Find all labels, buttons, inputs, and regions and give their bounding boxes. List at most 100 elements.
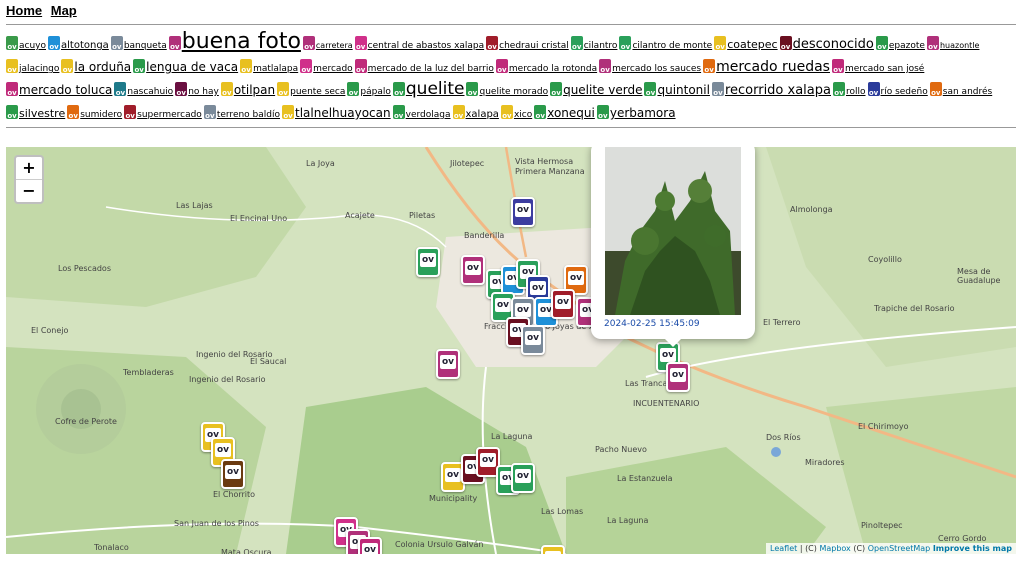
tag-link[interactable]: no hay [188, 87, 219, 97]
tag-item[interactable]: puente seca [277, 79, 345, 103]
tag-link[interactable]: silvestre [19, 107, 65, 120]
tag-link[interactable]: yerbamora [610, 106, 676, 120]
tag-item[interactable]: cilantro [570, 33, 618, 57]
tag-item[interactable]: mercado toluca [6, 79, 112, 103]
home-link[interactable]: Home [6, 3, 42, 18]
tag-item[interactable]: lengua de vaca [133, 56, 238, 80]
tag-link[interactable]: tlalnelhuayocan [295, 106, 391, 120]
tag-item[interactable]: central de abastos xalapa [354, 33, 484, 57]
improve-map-link[interactable]: Improve this map [933, 544, 1012, 553]
tag-item[interactable]: otilpan [220, 79, 275, 103]
tag-link[interactable]: supermercado [137, 110, 202, 120]
tag-link[interactable]: quelite morado [479, 87, 548, 97]
tag-item[interactable]: sumidero [67, 102, 122, 126]
tag-link[interactable]: terreno baldío [217, 110, 280, 120]
observation-marker-icon[interactable] [511, 463, 535, 493]
observation-marker-icon[interactable] [511, 197, 535, 227]
observation-marker-icon[interactable] [461, 255, 485, 285]
tag-link[interactable]: sumidero [80, 110, 122, 120]
tag-link[interactable]: quelite verde [563, 83, 642, 97]
tag-link[interactable]: xalapa [466, 109, 499, 120]
tag-item[interactable]: san andrés [929, 79, 992, 103]
tag-item[interactable]: banqueta [110, 33, 167, 57]
tag-item[interactable]: yerbamora [596, 102, 676, 126]
tag-item[interactable]: quelite morado [466, 79, 548, 103]
tag-item[interactable]: tlalnelhuayocan [282, 102, 391, 126]
zoom-out-button[interactable]: − [16, 179, 42, 202]
tag-link[interactable]: epazote [889, 41, 925, 51]
tag-link[interactable]: nascahuio [127, 87, 173, 97]
osm-link[interactable]: OpenStreetMap [868, 544, 931, 553]
tag-item[interactable]: rollo [832, 79, 866, 103]
tag-item[interactable]: coatepec [714, 33, 778, 57]
tag-item[interactable]: la orduña [61, 56, 131, 80]
tag-item[interactable]: río sedeño [867, 79, 928, 103]
tag-link[interactable]: san andrés [943, 87, 992, 97]
tag-item[interactable]: quintonil [644, 79, 710, 103]
tag-link[interactable]: otilpan [234, 83, 275, 97]
tag-link[interactable]: huazontle [940, 41, 980, 50]
tag-link[interactable]: altotonga [61, 40, 109, 51]
observation-marker-icon[interactable] [521, 325, 545, 355]
tag-link[interactable]: mercado los sauces [612, 64, 701, 74]
zoom-in-button[interactable]: + [16, 157, 42, 179]
tag-item[interactable]: xalapa [452, 102, 499, 126]
tag-item[interactable]: mercado la rotonda [495, 56, 597, 80]
mapbox-link[interactable]: Mapbox [819, 544, 850, 553]
tag-link[interactable]: mercado ruedas [716, 59, 830, 75]
tag-link[interactable]: jalacingo [19, 64, 59, 74]
tag-link[interactable]: xonequi [547, 106, 595, 120]
observation-marker-icon[interactable] [416, 247, 440, 277]
tag-link[interactable]: la orduña [74, 60, 131, 74]
photo-popup[interactable]: 2024-02-25 15:45:09 [591, 147, 755, 347]
map-link[interactable]: Map [51, 3, 77, 18]
tag-link[interactable]: mercado la rotonda [509, 64, 597, 74]
tag-item[interactable]: mercado los sauces [599, 56, 701, 80]
tag-item[interactable]: altotonga [48, 33, 109, 57]
observation-marker-icon[interactable] [358, 537, 382, 554]
tag-link[interactable]: mercado san josé [845, 64, 924, 74]
tag-item[interactable]: recorrido xalapa [711, 79, 831, 103]
tag-item[interactable]: cilantro de monte [619, 33, 712, 57]
tag-link[interactable]: cilantro [584, 41, 618, 51]
tag-item[interactable]: epazote [875, 33, 925, 57]
tag-link[interactable]: matlalapa [253, 64, 298, 74]
observation-marker-icon[interactable] [551, 289, 575, 319]
tag-item[interactable]: quelite [392, 79, 464, 103]
tag-link[interactable]: mercado de la luz del barrio [368, 64, 494, 74]
tag-item[interactable]: desconocido [779, 33, 874, 57]
tag-link[interactable]: carretera [316, 41, 353, 50]
tag-link[interactable]: recorrido xalapa [725, 83, 831, 98]
tag-item[interactable]: chedraui cristal [486, 33, 569, 57]
tag-link[interactable]: desconocido [793, 37, 874, 52]
tag-link[interactable]: verdolaga [406, 110, 451, 120]
tag-link[interactable]: rollo [846, 87, 866, 97]
map-view[interactable]: La Joya Jilotepec Vista Hermosa Primera Man… [6, 147, 1016, 554]
observation-marker-icon[interactable] [541, 545, 565, 554]
tag-link[interactable]: río sedeño [881, 87, 928, 97]
tag-item[interactable]: xonequi [534, 102, 595, 126]
tag-link[interactable]: acuyo [19, 41, 46, 51]
tag-link[interactable]: lengua de vaca [146, 60, 238, 74]
tag-item[interactable]: carretera [302, 33, 353, 57]
tag-link[interactable]: xico [514, 110, 532, 120]
tag-link[interactable]: cilantro de monte [632, 41, 712, 51]
tag-link[interactable]: quintonil [657, 83, 709, 97]
tag-link[interactable]: puente seca [290, 87, 345, 97]
tag-link[interactable]: coatepec [727, 38, 777, 51]
observation-marker-icon[interactable] [221, 459, 245, 489]
tag-item[interactable]: huazontle [926, 33, 980, 57]
tag-item[interactable]: mercado san josé [831, 56, 924, 80]
tag-link[interactable]: chedraui cristal [499, 41, 569, 51]
tag-item[interactable]: mercado de la luz del barrio [354, 56, 494, 80]
tag-item[interactable]: nascahuio [114, 79, 173, 103]
tag-item[interactable]: silvestre [6, 102, 65, 126]
tag-item[interactable]: terreno baldío [203, 102, 280, 126]
tag-item[interactable]: mercado ruedas [703, 56, 830, 80]
tag-item[interactable]: buena foto [168, 31, 301, 57]
observation-marker-icon[interactable] [666, 362, 690, 392]
tag-item[interactable]: supermercado [124, 102, 202, 126]
tag-item[interactable]: mercado [300, 56, 353, 80]
tag-link[interactable]: banqueta [124, 41, 167, 51]
tag-link[interactable]: pápalo [360, 87, 390, 97]
